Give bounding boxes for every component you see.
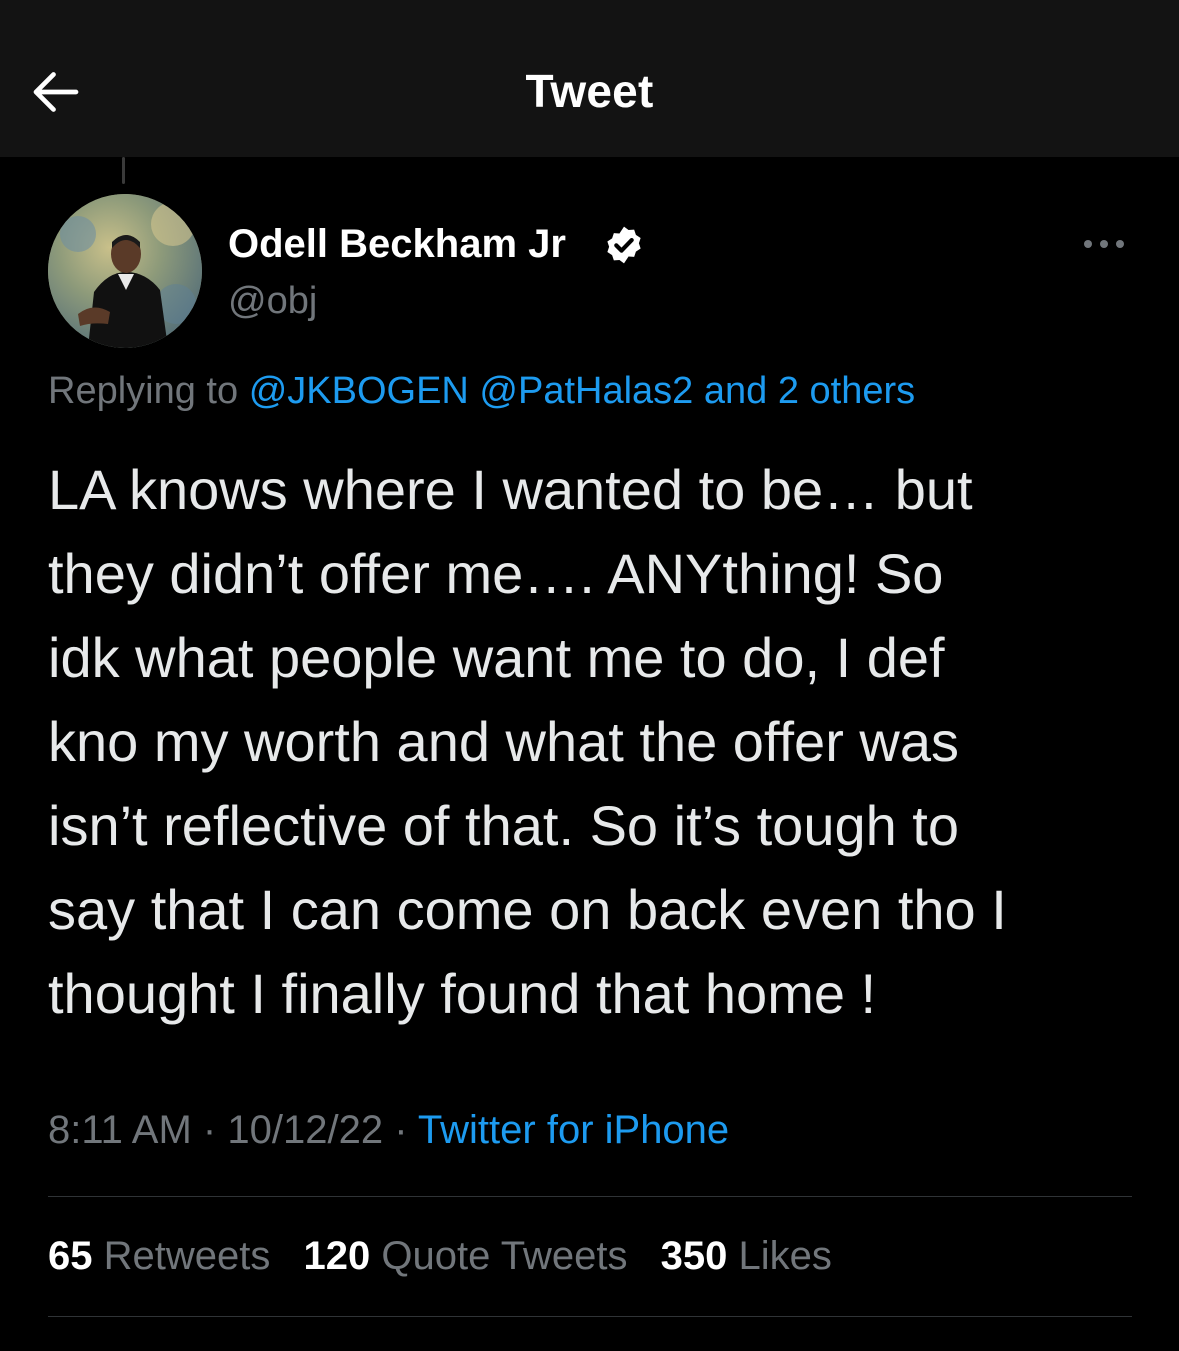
- engagement-stats: 65 Retweets 120 Quote Tweets 350 Likes: [48, 1234, 854, 1279]
- retweets-stat[interactable]: 65 Retweets: [48, 1234, 270, 1278]
- others-link[interactable]: and 2 others: [704, 370, 915, 412]
- mention-link[interactable]: @PatHalas2: [479, 370, 693, 412]
- tweet-time[interactable]: 8:11 AM: [48, 1108, 192, 1152]
- verified-badge-icon: [607, 226, 641, 264]
- tweet-meta: 8:11 AM · 10/12/22 · Twitter for iPhone: [48, 1108, 729, 1153]
- user-handle[interactable]: @obj: [228, 280, 317, 323]
- avatar[interactable]: [48, 194, 202, 348]
- tweet-date[interactable]: 10/12/22: [227, 1108, 383, 1152]
- thread-connector-line: [122, 157, 125, 184]
- separator: ·: [394, 1108, 408, 1152]
- mention-link[interactable]: @JKBOGEN: [249, 370, 469, 412]
- divider: [48, 1196, 1132, 1197]
- tweet-text: LA knows where I wanted to be… but they …: [48, 458, 1007, 1025]
- likes-stat[interactable]: 350 Likes: [661, 1234, 832, 1278]
- more-options-button[interactable]: [1078, 226, 1134, 262]
- divider: [48, 1316, 1132, 1317]
- retweets-label: Retweets: [103, 1234, 271, 1278]
- avatar-image: [48, 194, 202, 348]
- replying-to: Replying to @JKBOGEN @PatHalas2 and 2 ot…: [48, 370, 915, 413]
- source-link[interactable]: Twitter for iPhone: [418, 1108, 729, 1152]
- quote-tweets-stat[interactable]: 120 Quote Tweets: [304, 1234, 628, 1278]
- separator: ·: [202, 1108, 217, 1152]
- quote-tweets-count: 120: [303, 1234, 371, 1278]
- display-name[interactable]: Odell Beckham Jr: [228, 222, 566, 267]
- page-title: Tweet: [525, 65, 654, 117]
- likes-label: Likes: [738, 1234, 832, 1278]
- quote-tweets-label: Quote Tweets: [381, 1234, 628, 1278]
- likes-count: 350: [660, 1234, 728, 1278]
- replying-prefix: Replying to: [48, 370, 239, 412]
- retweets-count: 65: [48, 1234, 93, 1278]
- more-horizontal-icon: [1084, 240, 1124, 248]
- top-bar: Tweet: [0, 0, 1179, 157]
